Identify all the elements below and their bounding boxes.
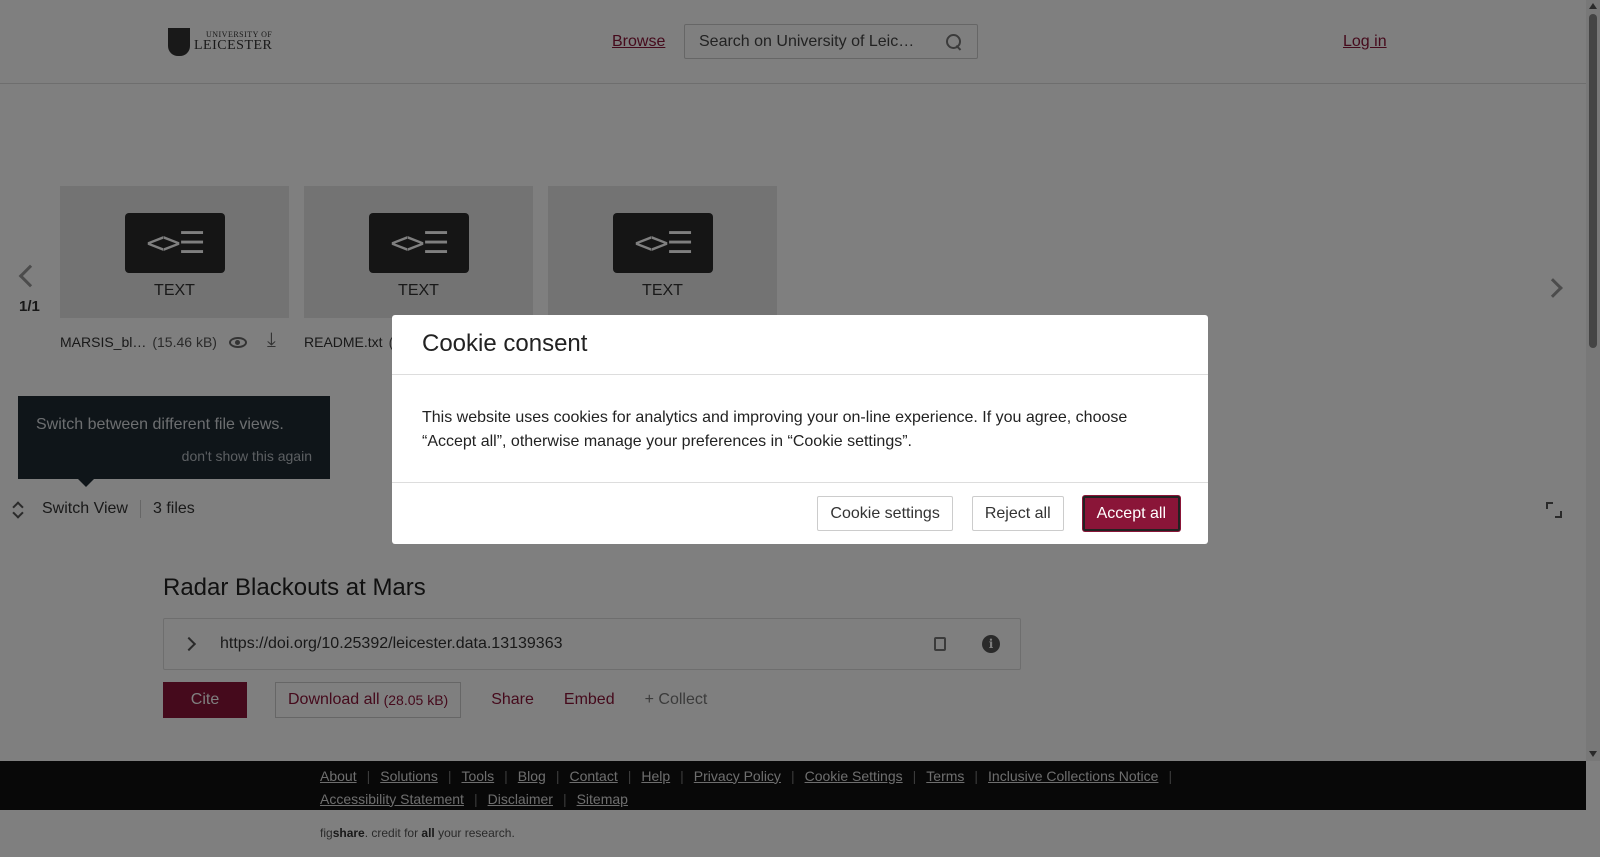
dialog-footer: Cookie settings Reject all Accept all [392, 483, 1208, 544]
reject-all-button[interactable]: Reject all [971, 496, 1064, 531]
accept-all-button[interactable]: Accept all [1082, 496, 1180, 531]
cookie-consent-dialog: Cookie consent This website uses cookies… [392, 315, 1208, 544]
dialog-body: This website uses cookies for analytics … [392, 375, 1208, 483]
dialog-title: Cookie consent [392, 315, 1208, 375]
cookie-settings-button[interactable]: Cookie settings [817, 496, 953, 531]
